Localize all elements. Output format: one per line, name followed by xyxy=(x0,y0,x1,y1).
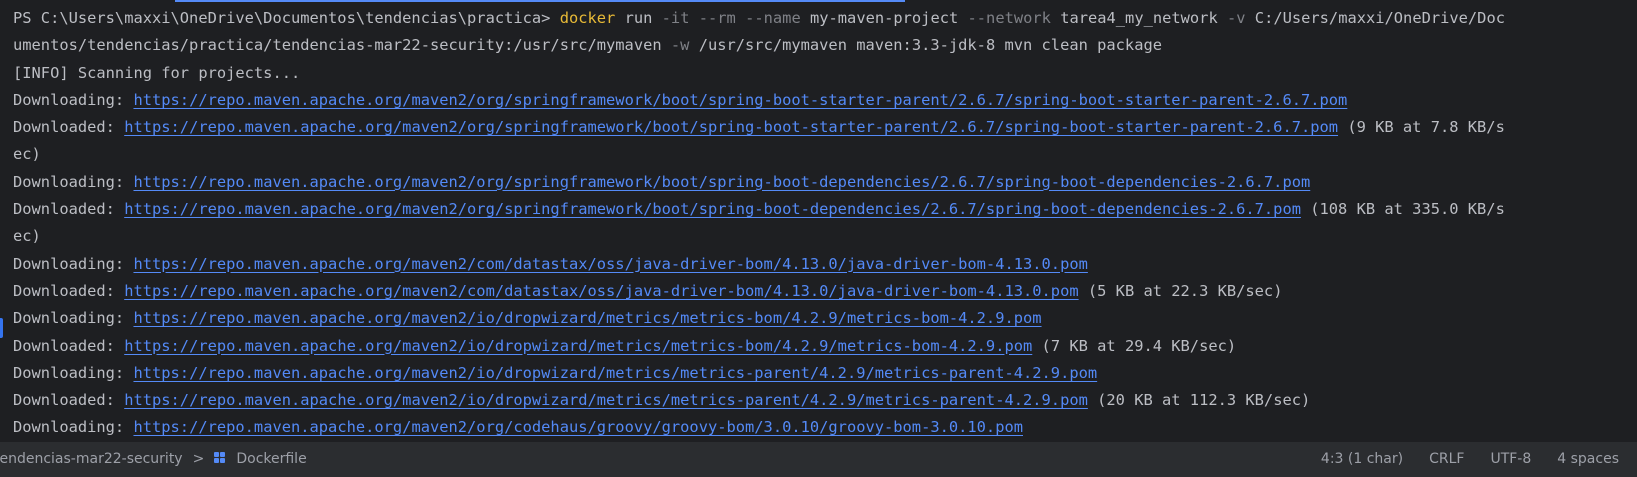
status-bar: tendencias-mar22-security > Dockerfile 4… xyxy=(0,441,1637,477)
terminal-output[interactable]: PS C:\Users\maxxi\OneDrive\Documentos\te… xyxy=(13,5,1625,442)
breadcrumb-separator: > xyxy=(192,451,205,467)
output-text: Downloaded: xyxy=(13,118,125,137)
terminal-panel[interactable]: PS C:\Users\maxxi\OneDrive\Documentos\te… xyxy=(0,0,1637,460)
terminal-line: ec) xyxy=(13,223,1625,250)
flag-token: --network xyxy=(967,9,1051,27)
flag-token: -v xyxy=(1226,9,1246,27)
output-text: umentos/tendencias/practica/tendencias-m… xyxy=(13,36,671,55)
output-text: ec) xyxy=(13,227,41,246)
flag-token: -it xyxy=(661,9,690,27)
url-link[interactable]: https://repo.maven.apache.org/maven2/com… xyxy=(133,255,1087,273)
previous-link-underline xyxy=(175,0,905,2)
line-separator[interactable]: CRLF xyxy=(1429,451,1464,467)
url-link[interactable]: https://repo.maven.apache.org/maven2/org… xyxy=(133,173,1310,191)
output-text: run xyxy=(615,9,662,27)
gutter-marker xyxy=(0,318,3,338)
terminal-line: Downloading: https://repo.maven.apache.o… xyxy=(13,251,1625,278)
url-link[interactable]: https://repo.maven.apache.org/maven2/com… xyxy=(124,282,1078,300)
command-token: docker xyxy=(559,9,616,27)
output-text: tarea4_my_network xyxy=(1050,9,1227,27)
output-text: (108 KB at 335.0 KB/s xyxy=(1300,200,1505,219)
terminal-line: Downloaded: https://repo.maven.apache.or… xyxy=(13,278,1625,305)
output-text: Downloading: xyxy=(13,90,134,109)
terminal-line: Downloading: https://repo.maven.apache.o… xyxy=(13,414,1625,441)
breadcrumb: tendencias-mar22-security > Dockerfile xyxy=(0,451,307,467)
docker-file-icon xyxy=(214,452,226,466)
output-text: Downloading: xyxy=(13,254,134,273)
output-text: Downloading: xyxy=(13,309,134,328)
breadcrumb-file[interactable]: Dockerfile xyxy=(236,451,306,467)
terminal-line: Downloaded: https://repo.maven.apache.or… xyxy=(13,333,1625,360)
terminal-line: Downloaded: https://repo.maven.apache.or… xyxy=(13,114,1625,141)
breadcrumb-project[interactable]: tendencias-mar22-security xyxy=(0,451,183,467)
terminal-line: umentos/tendencias/practica/tendencias-m… xyxy=(13,32,1625,59)
terminal-line: Downloading: https://repo.maven.apache.o… xyxy=(13,305,1625,332)
terminal-line: Downloaded: https://repo.maven.apache.or… xyxy=(13,387,1625,414)
url-link[interactable]: https://repo.maven.apache.org/maven2/org… xyxy=(133,418,1023,436)
url-link[interactable]: https://repo.maven.apache.org/maven2/org… xyxy=(124,118,1338,136)
output-text: PS C:\Users\maxxi\OneDrive\Documentos\te… xyxy=(13,9,560,27)
output-text: Downloading: xyxy=(13,418,134,437)
output-text: (5 KB at 22.3 KB/sec) xyxy=(1078,281,1283,300)
terminal-line: ec) xyxy=(13,141,1625,168)
output-text: Downloaded: xyxy=(13,391,125,410)
output-text: Downloaded: xyxy=(13,336,125,355)
url-link[interactable]: https://repo.maven.apache.org/maven2/io/… xyxy=(133,364,1097,382)
output-text: (9 KB at 7.8 KB/s xyxy=(1338,118,1505,137)
output-text: Downloaded: xyxy=(13,281,125,300)
url-link[interactable]: https://repo.maven.apache.org/maven2/io/… xyxy=(124,337,1032,355)
output-text: Downloading: xyxy=(13,172,134,191)
file-encoding[interactable]: UTF-8 xyxy=(1490,451,1531,467)
terminal-line: Downloaded: https://repo.maven.apache.or… xyxy=(13,196,1625,223)
url-link[interactable]: https://repo.maven.apache.org/maven2/org… xyxy=(124,200,1301,218)
flag-token: -w xyxy=(670,36,690,55)
output-text: (7 KB at 29.4 KB/sec) xyxy=(1032,336,1237,355)
terminal-line: [INFO] Scanning for projects... xyxy=(13,60,1625,87)
output-text: Downloading: xyxy=(13,363,134,382)
caret-position[interactable]: 4:3 (1 char) xyxy=(1321,451,1403,467)
terminal-line: Downloading: https://repo.maven.apache.o… xyxy=(13,169,1625,196)
output-text: C:/Users/maxxi/OneDrive/Doc xyxy=(1245,9,1505,27)
url-link[interactable]: https://repo.maven.apache.org/maven2/org… xyxy=(133,91,1347,109)
flag-token: --rm xyxy=(698,9,736,27)
flag-token: --name xyxy=(745,9,801,27)
output-text: Downloaded: xyxy=(13,200,125,219)
output-text: [INFO] Scanning for projects... xyxy=(13,63,301,82)
output-text: ec) xyxy=(13,145,41,164)
url-link[interactable]: https://repo.maven.apache.org/maven2/io/… xyxy=(133,309,1041,327)
output-text: (20 KB at 112.3 KB/sec) xyxy=(1087,391,1311,410)
terminal-line: PS C:\Users\maxxi\OneDrive\Documentos\te… xyxy=(13,5,1625,32)
terminal-line: Downloading: https://repo.maven.apache.o… xyxy=(13,87,1625,114)
status-widgets: 4:3 (1 char) CRLF UTF-8 4 spaces xyxy=(1321,451,1619,467)
output-text: /usr/src/mymaven maven:3.3-jdk-8 mvn cle… xyxy=(689,36,1163,55)
output-text: my-maven-project xyxy=(800,9,968,27)
terminal-line: Downloading: https://repo.maven.apache.o… xyxy=(13,360,1625,387)
indent-setting[interactable]: 4 spaces xyxy=(1557,451,1619,467)
url-link[interactable]: https://repo.maven.apache.org/maven2/io/… xyxy=(124,391,1088,409)
